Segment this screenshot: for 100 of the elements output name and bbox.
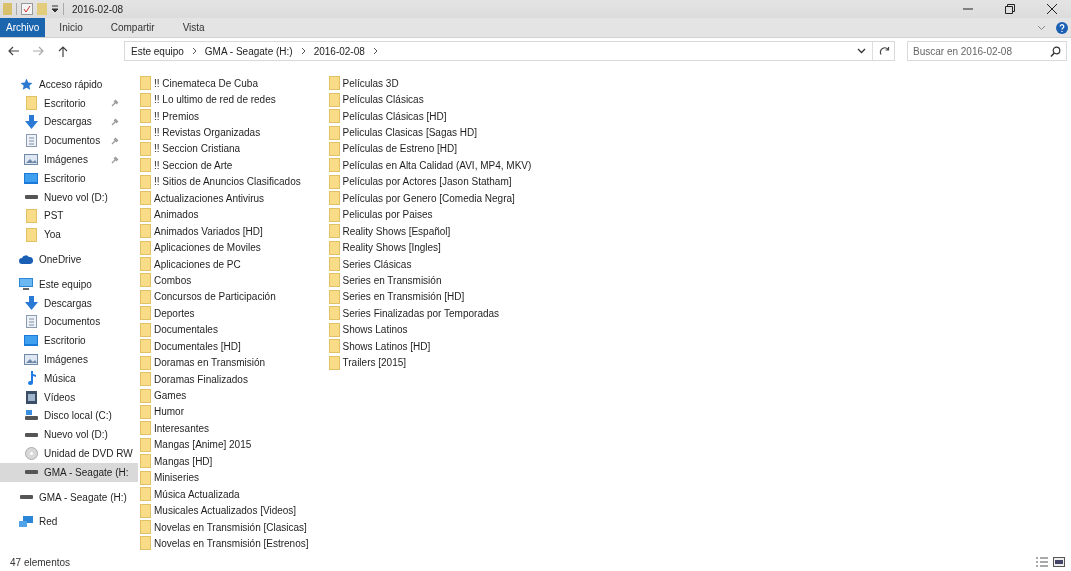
- folder-item[interactable]: Películas Clásicas [HD]: [328, 107, 536, 125]
- nav-item[interactable]: GMA - Seagate (H:: [0, 462, 138, 482]
- folder-item[interactable]: !! Seccion de Arte: [140, 157, 313, 174]
- window-title: 2016-02-08: [72, 3, 124, 15]
- folder-item[interactable]: !! Premios: [140, 107, 313, 125]
- folder-item[interactable]: Novelas en Transmisión [Clasicas]: [140, 518, 313, 536]
- folder-item[interactable]: Interesantes: [140, 420, 313, 437]
- folder-item[interactable]: Concursos de Participación: [140, 288, 313, 306]
- folder-item[interactable]: !! Seccion Cristiana: [140, 140, 313, 158]
- ribbon-tab[interactable]: Vista: [168, 18, 219, 37]
- folder-item[interactable]: Deportes: [140, 305, 313, 322]
- folder-item[interactable]: Novelas en Transmisión [Estrenos]: [140, 535, 313, 552]
- search-field[interactable]: Buscar en 2016-02-08: [907, 41, 1067, 61]
- folder-item[interactable]: Shows Latinos [HD]: [328, 338, 536, 355]
- folder-item[interactable]: Películas Clásicas: [328, 91, 536, 108]
- folder-item[interactable]: Animados: [140, 206, 313, 223]
- folder-item[interactable]: Combos: [140, 272, 313, 289]
- folder-item[interactable]: !! Lo ultimo de red de redes: [140, 91, 313, 108]
- folder-item[interactable]: Doramas en Transmisión: [140, 354, 313, 371]
- folder-item[interactable]: Aplicaciones de PC: [140, 255, 313, 273]
- refresh-icon[interactable]: [879, 45, 890, 57]
- nav-item[interactable]: Imágenes: [0, 150, 138, 169]
- help-icon[interactable]: [1056, 21, 1068, 34]
- nav-item[interactable]: Disco local (C:): [0, 406, 138, 426]
- document-icon: [25, 315, 37, 329]
- nav-item[interactable]: Acceso rápido: [0, 75, 138, 94]
- search-icon[interactable]: [1050, 45, 1061, 57]
- folder-item[interactable]: !! Revistas Organizadas: [140, 124, 313, 141]
- checkmark-icon[interactable]: [21, 3, 33, 15]
- chevron-down-icon[interactable]: [857, 48, 866, 54]
- back-arrow-icon[interactable]: [8, 46, 19, 56]
- nav-item[interactable]: Imágenes: [0, 350, 138, 369]
- nav-item[interactable]: Vídeos: [0, 387, 138, 407]
- breadcrumb[interactable]: 2016-02-08: [313, 45, 365, 57]
- chevron-right-icon[interactable]: [372, 47, 378, 55]
- nav-item[interactable]: Unidad de DVD RW: [0, 444, 138, 463]
- nav-item[interactable]: Escritorio: [0, 93, 138, 113]
- large-icons-view-icon[interactable]: [1053, 557, 1065, 567]
- restore-icon[interactable]: [1005, 4, 1015, 14]
- folder-icon: [328, 257, 340, 272]
- folder-item[interactable]: Miniseries: [140, 469, 313, 486]
- folder-item[interactable]: Musicales Actualizados [Videos]: [140, 502, 313, 519]
- nav-item[interactable]: PST: [0, 206, 138, 226]
- folder-item[interactable]: Peliculas por Paises: [328, 206, 536, 223]
- folder-item[interactable]: Shows Latinos: [328, 321, 536, 338]
- folder-item[interactable]: Películas por Actores [Jason Statham]: [328, 173, 536, 191]
- folder-item[interactable]: Trailers [2015]: [328, 354, 536, 371]
- folder-item[interactable]: Series en Transmisión: [328, 272, 536, 289]
- nav-item[interactable]: Descargas: [0, 112, 138, 132]
- close-icon[interactable]: [1047, 4, 1057, 14]
- folder-item[interactable]: Series Clásicas: [328, 255, 536, 273]
- nav-item[interactable]: Yoa: [0, 225, 138, 245]
- ribbon-tab[interactable]: Compartir: [96, 18, 169, 37]
- folder-item[interactable]: Series Finalizadas por Temporadas: [328, 305, 536, 322]
- folder-item[interactable]: Animados Variados [HD]: [140, 222, 313, 240]
- breadcrumb[interactable]: Este equipo: [131, 45, 184, 57]
- ribbon-tab[interactable]: Inicio: [45, 18, 97, 37]
- search-input[interactable]: Buscar en 2016-02-08: [908, 44, 1050, 58]
- folder-item[interactable]: Documentales: [140, 321, 313, 338]
- folder-item[interactable]: Doramas Finalizados: [140, 370, 313, 388]
- folder-item[interactable]: Películas 3D: [328, 75, 536, 92]
- folder-item[interactable]: Mangas [HD]: [140, 453, 313, 470]
- folder-icon: [140, 273, 151, 288]
- nav-item[interactable]: Documentos: [0, 312, 138, 332]
- folder-item[interactable]: !! Cinemateca De Cuba: [140, 75, 313, 92]
- folder-icon: [140, 141, 151, 156]
- nav-item[interactable]: Escritorio: [0, 169, 138, 188]
- file-menu-tab[interactable]: Archivo: [0, 18, 46, 37]
- nav-item[interactable]: Escritorio: [0, 331, 138, 351]
- folder-item[interactable]: Películas de Estreno [HD]: [328, 140, 536, 158]
- nav-item[interactable]: Nuevo vol (D:): [0, 187, 138, 207]
- folder-item[interactable]: Aplicaciones de Moviles: [140, 239, 313, 256]
- folder-item[interactable]: !! Sitios de Anuncios Clasificados: [140, 173, 313, 191]
- folder-item[interactable]: Actualizaciones Antivirus: [140, 190, 313, 207]
- folder-item[interactable]: Series en Transmisión [HD]: [328, 288, 536, 306]
- chevron-right-icon[interactable]: [300, 47, 306, 55]
- nav-item[interactable]: GMA - Seagate (H:): [0, 487, 138, 507]
- cloud-icon: [19, 255, 33, 265]
- dropdown-icon[interactable]: [51, 5, 59, 13]
- nav-item[interactable]: Este equipo: [0, 274, 138, 294]
- nav-item[interactable]: OneDrive: [0, 250, 138, 269]
- address-bar[interactable]: Este equipo GMA - Seagate (H:) 2016-02-08: [124, 41, 895, 61]
- folder-item[interactable]: Películas por Genero [Comedia Negra]: [328, 190, 536, 207]
- nav-item[interactable]: Documentos: [0, 131, 138, 151]
- folder-item[interactable]: Reality Shows [Español]: [328, 222, 536, 240]
- folder-item[interactable]: Peliculas Clasicas [Sagas HD]: [328, 124, 536, 141]
- nav-item[interactable]: Descargas: [0, 293, 138, 313]
- up-arrow-icon[interactable]: [58, 45, 68, 57]
- nav-item[interactable]: Música: [0, 368, 138, 388]
- chevron-right-icon[interactable]: [191, 47, 197, 55]
- folder-item[interactable]: Humor: [140, 403, 313, 421]
- folder-item[interactable]: Documentales [HD]: [140, 338, 313, 355]
- folder-item[interactable]: Películas en Alta Calidad (AVI, MP4, MKV): [328, 157, 536, 174]
- folder-item[interactable]: Música Actualizada: [140, 485, 313, 503]
- folder-item[interactable]: Mangas [Anime] 2015: [140, 436, 313, 454]
- nav-item[interactable]: Nuevo vol (D:): [0, 425, 138, 445]
- breadcrumb[interactable]: GMA - Seagate (H:): [204, 45, 293, 57]
- nav-item[interactable]: Red: [0, 512, 138, 532]
- folder-item[interactable]: Reality Shows [Ingles]: [328, 239, 536, 256]
- folder-item[interactable]: Games: [140, 387, 313, 404]
